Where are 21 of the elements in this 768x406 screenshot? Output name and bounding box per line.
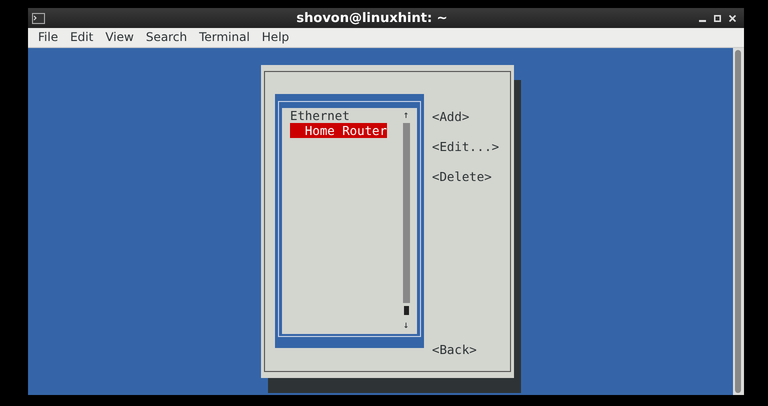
menu-item[interactable]: File <box>32 28 64 47</box>
menu-item[interactable]: Search <box>140 28 194 47</box>
menu-item[interactable]: View <box>99 28 140 47</box>
menu-item[interactable]: Terminal <box>193 28 256 47</box>
text-button[interactable]: <Add> <box>432 109 500 124</box>
close-icon[interactable] <box>729 14 736 22</box>
terminal-icon <box>32 12 45 24</box>
text-button[interactable]: <Edit...> <box>432 139 500 154</box>
window-title: shovon@linuxhint: ~ <box>296 10 448 26</box>
scroll-thumb[interactable] <box>404 306 408 315</box>
menu-item[interactable]: Help <box>256 28 296 47</box>
maximize-icon[interactable] <box>714 14 721 22</box>
text-button[interactable]: <Delete> <box>432 169 500 184</box>
scrollbar[interactable] <box>733 48 744 395</box>
scroll-up-arrow[interactable]: ↑ <box>402 108 410 123</box>
scroll-down-arrow[interactable]: ↓ <box>402 318 410 333</box>
scroll-thumb[interactable] <box>735 50 741 393</box>
list-group-header[interactable]: Ethernet <box>290 108 350 123</box>
list-item[interactable]: Home Router <box>290 123 387 138</box>
back-button[interactable]: <Back> <box>432 342 500 357</box>
menu-item[interactable]: Edit <box>64 28 100 47</box>
